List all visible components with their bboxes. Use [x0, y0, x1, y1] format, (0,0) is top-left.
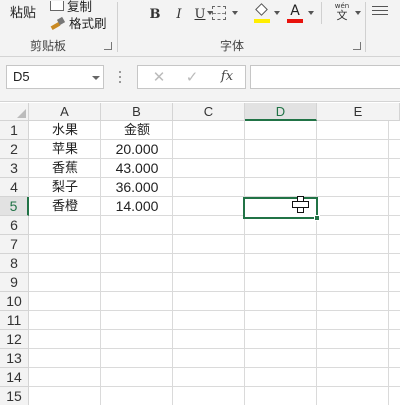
cell-a2[interactable]: 苹果	[29, 140, 101, 159]
row-header-5[interactable]: 5	[0, 197, 29, 216]
row-header-13[interactable]: 13	[0, 349, 29, 368]
borders-icon[interactable]	[212, 6, 226, 20]
align-left-icon[interactable]	[372, 6, 388, 18]
cell-b2[interactable]: 20.000	[101, 140, 173, 159]
cell-a3[interactable]: 香蕉	[29, 159, 101, 178]
row-header-1[interactable]: 1	[0, 121, 29, 140]
fill-color-button[interactable]	[254, 3, 270, 24]
ribbon-separator	[321, 2, 322, 24]
clipboard-dialog-launcher-icon[interactable]	[104, 42, 112, 50]
column-header-e[interactable]: E	[317, 103, 400, 121]
cell-a1[interactable]: 水果	[29, 121, 101, 140]
bold-button[interactable]: B	[145, 4, 165, 24]
name-box-dropdown-icon[interactable]	[92, 76, 100, 80]
format-painter-button[interactable]: 格式刷	[50, 13, 107, 32]
row-header-6[interactable]: 6	[0, 216, 29, 235]
formula-buttons: ✕ ✓ fx	[137, 65, 246, 89]
cancel-icon[interactable]: ✕	[146, 67, 172, 87]
row-header-14[interactable]: 14	[0, 368, 29, 387]
format-painter-label: 格式刷	[69, 16, 107, 31]
font-color-glyph: A	[290, 3, 300, 19]
row-header-10[interactable]: 10	[0, 292, 29, 311]
formula-bar: D5 ✕ ✓ fx	[0, 57, 400, 102]
fill-color-dropdown-icon[interactable]	[274, 11, 280, 15]
cells-area[interactable]: 水果 金额 苹果 20.000 香蕉 43.000 梨子 36.000 香橙 14.000	[29, 121, 400, 405]
ribbon-separator	[365, 2, 366, 52]
row-header-12[interactable]: 12	[0, 330, 29, 349]
font-color-swatch	[287, 19, 303, 23]
font-color-button[interactable]: A	[287, 3, 303, 24]
row-header-2[interactable]: 2	[0, 140, 29, 159]
enter-icon[interactable]: ✓	[179, 67, 205, 87]
font-color-dropdown-icon[interactable]	[308, 11, 314, 15]
font-dialog-launcher-icon[interactable]	[353, 42, 361, 50]
borders-dropdown-icon[interactable]	[232, 11, 238, 15]
worksheet-grid: ABCDE 1 2 3 4 5 6 7 8 9 10 11 12 13 14 15 水果 金额 苹果 20.000…	[0, 103, 400, 405]
insert-function-icon[interactable]: fx	[214, 67, 240, 87]
name-box[interactable]: D5	[6, 65, 104, 89]
row-header-11[interactable]: 11	[0, 311, 29, 330]
row-header-8[interactable]: 8	[0, 254, 29, 273]
cross-cursor-icon	[292, 196, 309, 213]
column-header-a[interactable]: A	[29, 103, 101, 121]
italic-button[interactable]: I	[169, 4, 189, 24]
row-header-15[interactable]: 15	[0, 387, 29, 405]
cell-b5[interactable]: 14.000	[101, 197, 173, 216]
ribbon-separator	[117, 2, 118, 52]
copy-icon	[50, 0, 64, 11]
row-header-7[interactable]: 7	[0, 235, 29, 254]
cell-b1[interactable]: 金额	[101, 121, 173, 140]
column-header-b[interactable]: B	[101, 103, 173, 121]
ribbon: 粘贴 复制 格式刷 剪贴板 B I U A wén 文 字体	[0, 0, 400, 57]
phonetic-dropdown-icon[interactable]	[355, 11, 361, 15]
column-header-d[interactable]: D	[245, 103, 317, 121]
select-all-button[interactable]	[0, 103, 29, 121]
formula-input[interactable]	[250, 65, 400, 89]
phonetic-char: 文	[336, 9, 348, 22]
column-header-c[interactable]: C	[173, 103, 245, 121]
cell-a4[interactable]: 梨子	[29, 178, 101, 197]
format-painter-icon	[50, 16, 66, 30]
cell-b3[interactable]: 43.000	[101, 159, 173, 178]
fill-handle[interactable]	[314, 215, 320, 221]
fill-color-swatch	[254, 19, 270, 23]
paint-bucket-icon	[255, 3, 268, 16]
cell-a5[interactable]: 香橙	[29, 197, 101, 216]
font-group-label: 字体	[220, 39, 245, 53]
row-header-3[interactable]: 3	[0, 159, 29, 178]
row-header-9[interactable]: 9	[0, 273, 29, 292]
row-header-4[interactable]: 4	[0, 178, 29, 197]
phonetic-guide-button[interactable]: wén 文	[331, 2, 353, 24]
paste-button[interactable]: 粘贴	[10, 2, 36, 21]
cell-b4[interactable]: 36.000	[101, 178, 173, 197]
formula-bar-grip-icon[interactable]	[119, 71, 121, 83]
clipboard-group-label: 剪贴板	[30, 39, 67, 53]
